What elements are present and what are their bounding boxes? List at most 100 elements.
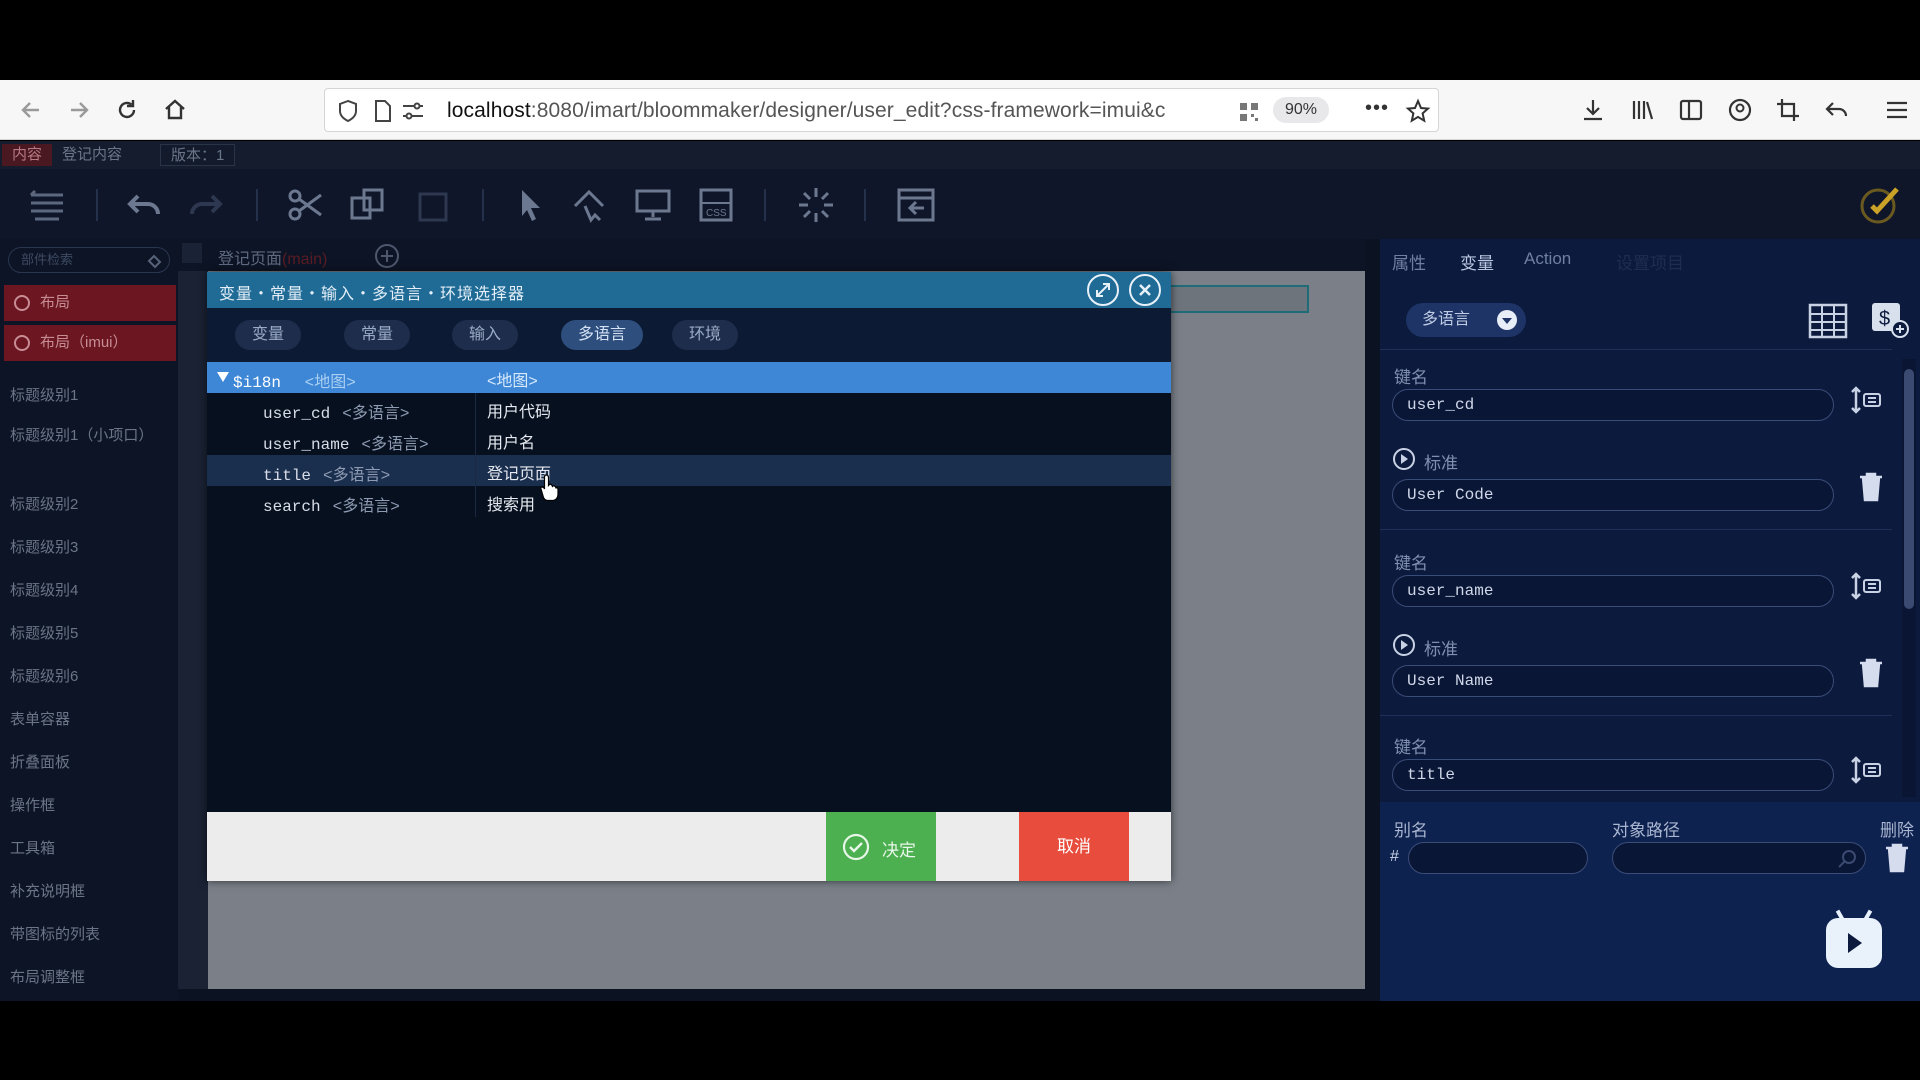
tab-environment[interactable]: 环境 xyxy=(672,320,739,350)
add-variable-icon[interactable]: $ xyxy=(1870,301,1910,339)
layers-button[interactable] xyxy=(26,184,68,226)
cut-button[interactable] xyxy=(284,184,326,226)
library-icon[interactable] xyxy=(1630,97,1656,123)
select-pointer-button[interactable] xyxy=(510,184,552,226)
sidebar-category-layout[interactable]: 布局 xyxy=(4,285,176,321)
paste-button[interactable] xyxy=(412,184,454,226)
close-button[interactable] xyxy=(1129,274,1161,306)
tab-action[interactable]: Action xyxy=(1524,249,1571,269)
expand-circle-icon[interactable] xyxy=(1392,633,1416,657)
bookmark-star-icon[interactable] xyxy=(1405,98,1431,124)
close-icon xyxy=(1139,284,1151,296)
sidebar-category-layout-imui[interactable]: 布局（imui） xyxy=(4,325,176,361)
sidebar-item[interactable]: 布局调整框 xyxy=(10,966,85,987)
copy-button[interactable] xyxy=(346,184,388,226)
exit-frame-button[interactable] xyxy=(895,184,937,226)
tab-variables[interactable]: 变量 xyxy=(1460,249,1494,274)
tree-row-hovered[interactable]: title <多语言> 登记页面 xyxy=(207,455,1171,486)
tab-input[interactable]: 输入 xyxy=(452,320,519,350)
trash-icon[interactable] xyxy=(1884,842,1910,874)
sidebar-item[interactable]: 标题级别4 xyxy=(10,579,78,600)
search-icon[interactable] xyxy=(1836,848,1858,870)
permissions-icon[interactable] xyxy=(401,101,425,121)
add-tab-icon[interactable] xyxy=(374,243,400,269)
hash-symbol: # xyxy=(1390,848,1399,865)
url-bar[interactable]: localhost:8080/imart/bloommaker/designer… xyxy=(324,88,1439,132)
sidebar-item[interactable]: 折叠面板 xyxy=(10,751,70,772)
hamburger-menu-icon[interactable] xyxy=(1884,97,1910,123)
sidebar-item[interactable]: 带图标的列表 xyxy=(10,923,100,944)
sidebar-item[interactable]: 补充说明框 xyxy=(10,880,85,901)
undo-arrow-icon[interactable] xyxy=(1824,97,1850,123)
sort-list-icon[interactable] xyxy=(1850,754,1884,788)
standard-value-field[interactable]: User Name xyxy=(1392,665,1834,697)
back-button[interactable] xyxy=(12,91,50,129)
arrange-button[interactable] xyxy=(570,184,612,226)
loading-button[interactable] xyxy=(795,184,837,226)
sidebar-item[interactable]: 标题级别6 xyxy=(10,665,78,686)
confirm-button[interactable]: 决定 xyxy=(826,812,936,881)
reload-button[interactable] xyxy=(108,91,146,129)
strip-tab-version[interactable]: 版本：1 xyxy=(160,144,236,166)
save-edit-button[interactable] xyxy=(1857,181,1905,229)
object-path-input[interactable] xyxy=(1612,842,1866,874)
css-button[interactable]: CSS xyxy=(695,184,737,226)
tab-properties[interactable]: 属性 xyxy=(1392,249,1426,274)
tree-row[interactable]: search <多语言> 搜索用 xyxy=(207,486,1171,517)
sidebar-item[interactable]: 标题级别1（小项口） xyxy=(10,427,153,445)
download-icon[interactable] xyxy=(1580,97,1606,123)
sidebar-item[interactable]: 操作框 xyxy=(10,794,55,815)
tab-settings[interactable]: 设置项目 xyxy=(1616,249,1684,274)
undo-button[interactable] xyxy=(124,184,166,226)
home-button[interactable] xyxy=(156,91,194,129)
tab-constants[interactable]: 常量 xyxy=(344,320,411,350)
top-strip: 内容 登记内容 版本：1 xyxy=(0,141,1920,169)
svg-text:$: $ xyxy=(1879,308,1890,330)
standard-value-field[interactable]: User Code xyxy=(1392,479,1834,511)
trash-icon[interactable] xyxy=(1858,657,1884,689)
tree-row[interactable]: user_name <多语言> 用户名 xyxy=(207,424,1171,455)
zoom-level-badge[interactable]: 90% xyxy=(1273,97,1330,123)
video-play-badge[interactable] xyxy=(1826,909,1882,968)
maximize-button[interactable] xyxy=(1087,274,1119,306)
key-name-field[interactable]: user_name xyxy=(1392,575,1834,607)
page-actions-menu[interactable]: ••• xyxy=(1365,97,1389,120)
screenshot-crop-icon[interactable] xyxy=(1775,97,1801,123)
variable-type-dropdown[interactable]: 多语言 xyxy=(1406,303,1526,337)
forward-button[interactable] xyxy=(60,91,98,129)
cancel-button[interactable]: 取消 xyxy=(1019,812,1129,881)
key-name-field[interactable]: user_cd xyxy=(1392,389,1834,421)
sidebar-item[interactable]: 标题级别5 xyxy=(10,622,78,643)
sidebar-item[interactable]: 标题级别3 xyxy=(10,536,78,557)
expand-circle-icon[interactable] xyxy=(1392,447,1416,471)
clear-search-icon[interactable] xyxy=(146,253,162,269)
sidebar-item[interactable]: 标题级别1 xyxy=(10,384,78,405)
sidebar-toggle-icon[interactable] xyxy=(1678,97,1704,123)
canvas-vertical-scrollbar[interactable] xyxy=(178,271,208,989)
strip-tab-content[interactable]: 内容 xyxy=(2,144,53,166)
trash-icon[interactable] xyxy=(1858,471,1884,503)
panel-scrollbar[interactable] xyxy=(1902,359,1916,797)
tree-row[interactable]: user_cd <多语言> 用户代码 xyxy=(207,393,1171,424)
strip-tab-register[interactable]: 登记内容 xyxy=(52,144,132,166)
alias-input[interactable] xyxy=(1408,842,1588,874)
sidebar-item[interactable]: 标题级别2 xyxy=(10,493,78,514)
account-icon[interactable] xyxy=(1727,97,1753,123)
sort-list-icon[interactable] xyxy=(1850,570,1884,604)
table-icon[interactable] xyxy=(1808,303,1848,339)
tab-i18n[interactable]: 多语言 xyxy=(561,320,644,350)
key-name-label: 键名 xyxy=(1394,554,1428,573)
canvas-tab[interactable]: 登记页面(main) xyxy=(218,245,327,269)
tree-root-row[interactable]: $i18n <地图> <地图> xyxy=(207,362,1171,393)
scroll-up-icon[interactable] xyxy=(182,243,202,263)
tab-variables[interactable]: 变量 xyxy=(235,320,302,350)
url-text[interactable]: localhost:8080/imart/bloommaker/designer… xyxy=(447,99,1166,123)
dialog-header[interactable]: 变量・常量・输入・多语言・环境选择器 xyxy=(207,272,1171,308)
preview-button[interactable] xyxy=(632,184,674,226)
sidebar-item[interactable]: 表单容器 xyxy=(10,708,70,729)
sort-list-icon[interactable] xyxy=(1850,384,1884,418)
sidebar-item[interactable]: 工具箱 xyxy=(10,837,55,858)
key-name-field[interactable]: title xyxy=(1392,759,1834,791)
qr-code-icon[interactable] xyxy=(1238,101,1260,123)
redo-button[interactable] xyxy=(184,184,226,226)
